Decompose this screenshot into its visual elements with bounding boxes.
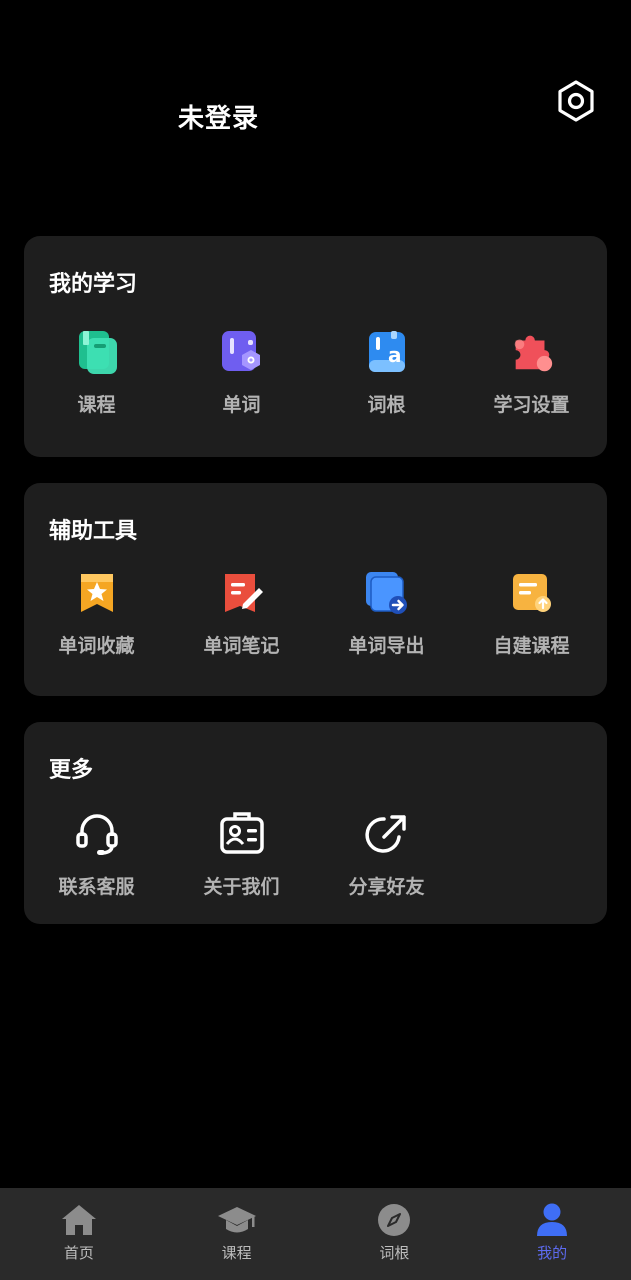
- tools-grid: 单词收藏 单词笔记 单词导出 自建课程: [24, 569, 607, 658]
- study-card-title: 我的学习: [49, 272, 138, 297]
- more-card: 更多 联系客服 关于我们 分享好友: [24, 722, 607, 924]
- settings-button[interactable]: [553, 78, 599, 124]
- settings-hexagon-icon: [558, 80, 594, 122]
- tab-home-label: 首页: [63, 1244, 94, 1262]
- tools-item-notes-label: 单词笔记: [203, 635, 280, 657]
- study-item-word-label: 单词: [222, 394, 261, 416]
- tools-item-favorites-label: 单词收藏: [58, 635, 135, 657]
- study-item-settings[interactable]: 学习设置: [459, 328, 604, 417]
- more-item-about-label: 关于我们: [203, 876, 280, 898]
- tools-item-export[interactable]: 单词导出: [314, 569, 459, 658]
- study-item-course-label: 课程: [77, 394, 116, 416]
- more-item-share-label: 分享好友: [348, 876, 425, 898]
- tools-item-favorites[interactable]: 单词收藏: [24, 569, 169, 658]
- tab-root-label: 词根: [379, 1244, 410, 1262]
- more-item-support-label: 联系客服: [58, 876, 135, 898]
- more-item-support[interactable]: 联系客服: [24, 810, 169, 899]
- study-item-root-label: 词根: [367, 394, 406, 416]
- id-badge-icon: [218, 810, 266, 858]
- tab-mine[interactable]: 我的: [473, 1188, 631, 1280]
- star-bookmark-icon: [73, 569, 121, 617]
- word-root-icon: a: [363, 328, 411, 376]
- more-grid: 联系客服 关于我们 分享好友: [24, 810, 607, 899]
- compass-icon: [374, 1202, 414, 1238]
- username-label[interactable]: 未登录: [178, 98, 259, 135]
- tab-course[interactable]: 课程: [158, 1188, 316, 1280]
- svg-text:a: a: [388, 343, 402, 367]
- puzzle-icon: [508, 328, 556, 376]
- tools-item-custom-course[interactable]: 自建课程: [459, 569, 604, 658]
- study-grid: 课程 单词 a 词根 学习设置: [24, 328, 607, 417]
- tools-card: 辅助工具 单词收藏 单词笔记 单词导出 自建课程: [24, 483, 607, 696]
- word-icon: [218, 328, 266, 376]
- note-pen-icon: [218, 569, 266, 617]
- study-item-root[interactable]: a 词根: [314, 328, 459, 417]
- tools-item-export-label: 单词导出: [348, 635, 425, 657]
- tools-card-title: 辅助工具: [49, 519, 138, 544]
- tab-course-label: 课程: [221, 1244, 252, 1262]
- more-item-share[interactable]: 分享好友: [314, 810, 459, 899]
- tools-item-notes[interactable]: 单词笔记: [169, 569, 314, 658]
- tools-item-custom-course-label: 自建课程: [493, 635, 570, 657]
- share-icon: [363, 810, 411, 858]
- study-item-word[interactable]: 单词: [169, 328, 314, 417]
- study-item-settings-label: 学习设置: [493, 394, 570, 416]
- tab-home[interactable]: 首页: [0, 1188, 158, 1280]
- custom-course-icon: [508, 569, 556, 617]
- study-card: 我的学习 课程 单词 a 词根 学习设置: [24, 236, 607, 457]
- headset-icon: [73, 810, 121, 858]
- home-icon: [59, 1202, 99, 1238]
- export-icon: [363, 569, 411, 617]
- user-icon: [532, 1202, 572, 1238]
- course-book-icon: [73, 328, 121, 376]
- graduation-cap-icon: [217, 1202, 257, 1238]
- tab-root[interactable]: 词根: [316, 1188, 474, 1280]
- tab-mine-label: 我的: [537, 1244, 568, 1262]
- more-item-about[interactable]: 关于我们: [169, 810, 314, 899]
- more-card-title: 更多: [49, 758, 94, 783]
- bottom-tab-bar: 首页 课程 词根 我的: [0, 1188, 631, 1280]
- study-item-course[interactable]: 课程: [24, 328, 169, 417]
